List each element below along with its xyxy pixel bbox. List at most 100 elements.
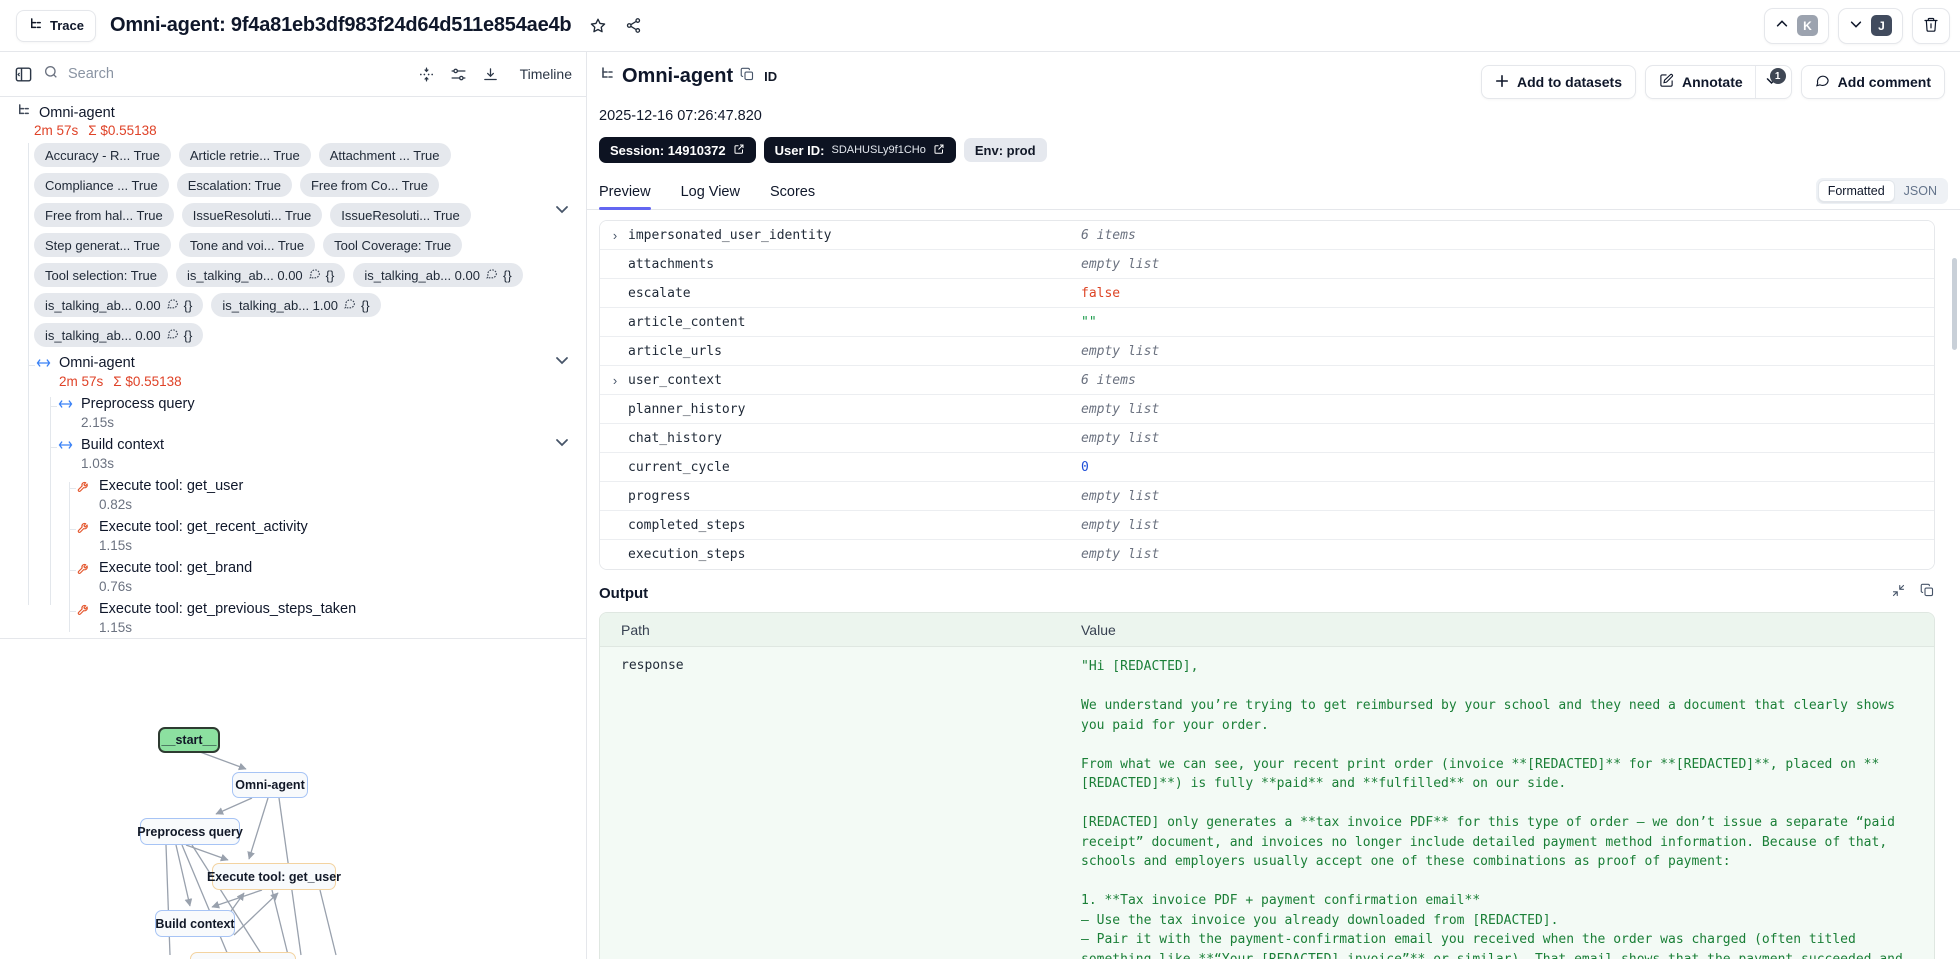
chevron-down-icon [1849, 17, 1863, 34]
span-row[interactable]: Execute tool: get_brand 0.76s [0, 558, 586, 595]
chevron-down-icon[interactable] [554, 434, 570, 455]
annotate-button[interactable]: Annotate 1 [1644, 65, 1792, 99]
score-chip[interactable]: IssueResoluti... True [181, 203, 323, 227]
download-icon[interactable] [482, 66, 499, 83]
chevron-down-icon[interactable] [554, 201, 570, 222]
add-comment-button[interactable]: Add comment [1800, 65, 1945, 99]
env-badge: Env: prod [963, 138, 1047, 162]
comment-icon [343, 297, 356, 313]
span-row[interactable]: Execute tool: get_previous_steps_taken 1… [0, 599, 586, 636]
output-response-value: "Hi [REDACTED], We understand you’re try… [1081, 659, 1903, 959]
table-row[interactable]: › user_context 6 items [600, 366, 1934, 395]
score-chip[interactable]: Compliance ... True [34, 173, 169, 197]
table-row[interactable]: article_content "" [600, 308, 1934, 337]
format-json-option[interactable]: JSON [1895, 181, 1946, 201]
table-row[interactable]: planner_history empty list [600, 395, 1934, 424]
tree-connector [69, 482, 70, 632]
settings-sliders-icon[interactable] [450, 66, 467, 83]
timeline-toggle[interactable]: Timeline [520, 66, 572, 82]
table-row[interactable]: completed_steps empty list [600, 511, 1934, 540]
format-formatted-option[interactable]: Formatted [1817, 180, 1895, 202]
table-row[interactable]: response "Hi [REDACTED], We understand y… [600, 647, 1934, 959]
wrench-icon [77, 479, 91, 513]
user-id-value: SDAHUSLy9f1CHo [831, 144, 926, 156]
trace-detail-panel: Omni-agent ID Add to datasets Annotate 1… [587, 52, 1960, 959]
score-chip[interactable]: Escalation: True [176, 173, 292, 197]
tab-log-view[interactable]: Log View [681, 184, 740, 209]
output-path: response [621, 658, 684, 673]
table-row[interactable]: current_cycle 0 [600, 453, 1934, 482]
span-icon [36, 356, 51, 390]
topbar: Trace Omni-agent: 9f4a81eb3df983f24d64d5… [0, 0, 1960, 52]
score-chip[interactable]: is_talking_ab... 1.00{} [211, 293, 381, 317]
tree-connector [69, 488, 76, 489]
score-chip[interactable]: Article retrie... True [178, 143, 311, 167]
table-row[interactable]: › impersonated_user_identity 6 items [600, 221, 1934, 250]
root-duration: 2m 57s [34, 123, 79, 138]
score-chip[interactable]: Tone and voi... True [178, 233, 316, 257]
score-chip[interactable]: is_talking_ab... 0.00{} [34, 293, 204, 317]
scrollbar-thumb[interactable] [1952, 258, 1957, 350]
score-chip[interactable]: Tool Coverage: True [323, 233, 463, 257]
span-row[interactable]: Build context 1.03s [0, 435, 586, 472]
span-row[interactable]: Execute tool: get_user 0.82s [0, 476, 586, 513]
score-chip[interactable]: Free from Co... True [299, 173, 439, 197]
span-row[interactable]: Omni-agent 2m 57s Σ $0.55138 [0, 353, 586, 390]
user-id-badge[interactable]: User ID: SDAHUSLy9f1CHo [763, 137, 956, 163]
prev-trace-button[interactable]: K [1764, 7, 1829, 44]
collapse-panel-icon[interactable] [14, 65, 33, 84]
add-to-datasets-button[interactable]: Add to datasets [1480, 65, 1636, 99]
tab-scores[interactable]: Scores [770, 184, 815, 209]
table-row[interactable]: article_urls empty list [600, 337, 1934, 366]
span-duration: 0.82s [99, 497, 133, 512]
trace-type-chip[interactable]: Trace [16, 9, 96, 42]
share-icon[interactable] [625, 17, 642, 34]
tab-preview[interactable]: Preview [599, 184, 651, 210]
graph-node-partial[interactable] [190, 952, 296, 959]
session-badge[interactable]: Session: 14910372 [599, 137, 756, 163]
score-chip[interactable]: Accuracy - R... True [34, 143, 171, 167]
star-icon[interactable] [589, 17, 607, 35]
copy-id-icon[interactable] [740, 67, 755, 87]
root-span-row[interactable]: Omni-agent [0, 103, 586, 122]
annotation-count-badge: 1 [1769, 68, 1786, 84]
observation-title: Omni-agent [622, 65, 734, 87]
next-trace-button[interactable]: J [1838, 7, 1903, 44]
score-chip[interactable]: Step generat... True [34, 233, 171, 257]
table-row[interactable]: chat_history empty list [600, 424, 1934, 453]
tree-connector [69, 529, 76, 530]
tree-connector [50, 397, 51, 605]
score-chips: Accuracy - R... True Article retrie... T… [34, 143, 586, 347]
table-row[interactable]: escalate false [600, 279, 1934, 308]
search-input[interactable] [68, 66, 248, 82]
table-row[interactable]: execution_steps empty list [600, 540, 1934, 569]
chevron-right-icon[interactable]: › [609, 228, 621, 243]
score-chip[interactable]: Attachment ... True [318, 143, 451, 167]
collapse-all-icon[interactable] [418, 66, 435, 83]
score-chip[interactable]: Free from hal... True [34, 203, 174, 227]
graph-node-start[interactable]: __start__ [158, 727, 220, 753]
table-row[interactable]: progress empty list [600, 482, 1934, 511]
search-box[interactable] [43, 64, 408, 85]
score-chip[interactable]: IssueResoluti... True [330, 203, 471, 227]
score-chip[interactable]: Tool selection: True [34, 263, 169, 287]
collapse-section-icon[interactable] [1891, 583, 1906, 603]
score-chip[interactable]: is_talking_ab... 0.00{} [34, 323, 204, 347]
graph-node-omni-agent[interactable]: Omni-agent [232, 772, 308, 798]
graph-node-execute-tool-get-user[interactable]: Execute tool: get_user [207, 863, 341, 890]
id-label[interactable]: ID [764, 69, 777, 84]
output-table-header: Path Value [600, 613, 1934, 647]
span-row[interactable]: Execute tool: get_recent_activity 1.15s [0, 517, 586, 554]
delete-trace-button[interactable] [1912, 7, 1950, 44]
graph-node-preprocess-query[interactable]: Preprocess query [137, 818, 243, 845]
annotate-dropdown[interactable]: 1 [1754, 66, 1786, 98]
graph-node-build-context[interactable]: Build context [155, 910, 235, 937]
copy-icon[interactable] [1920, 583, 1935, 603]
chevron-down-icon[interactable] [554, 352, 570, 373]
score-chip[interactable]: is_talking_ab... 0.00{} [353, 263, 523, 287]
score-chip[interactable]: is_talking_ab... 0.00{} [176, 263, 346, 287]
table-row[interactable]: attachments empty list [600, 250, 1934, 279]
span-row[interactable]: Preprocess query 2.15s [0, 394, 586, 431]
chevron-right-icon[interactable]: › [609, 373, 621, 388]
tree-icon [16, 103, 31, 123]
